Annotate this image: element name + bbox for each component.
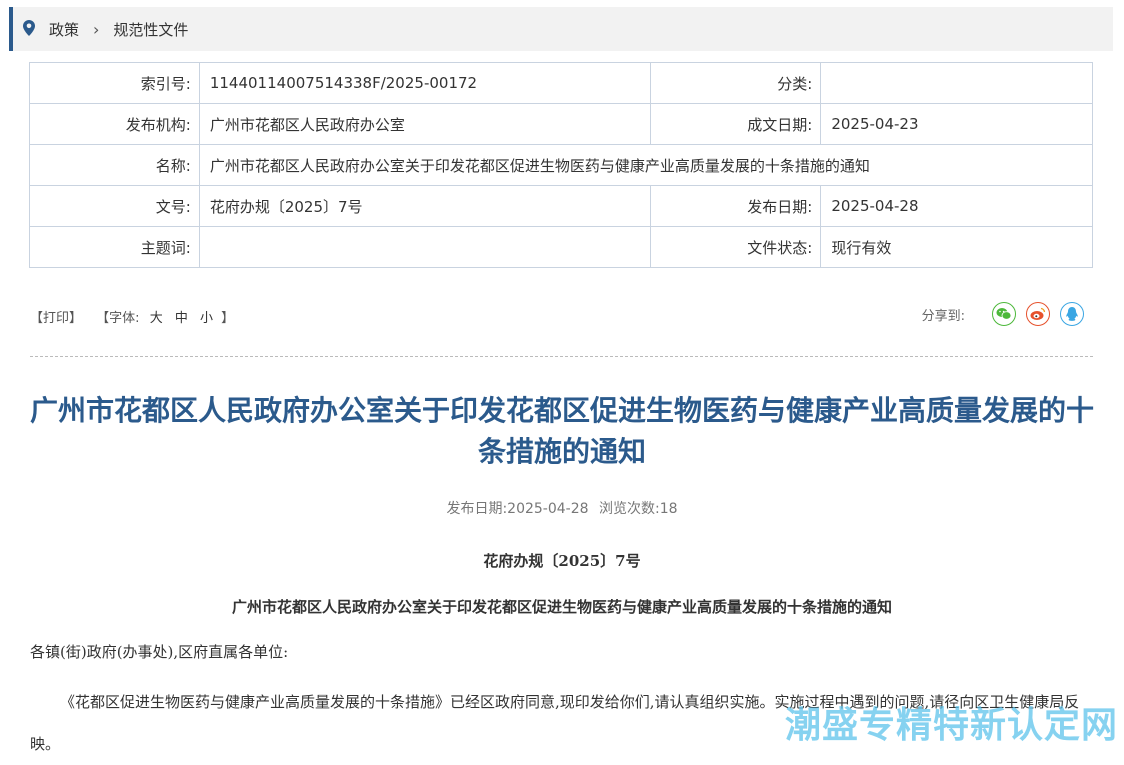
share-bar: 分享到: — [922, 302, 1084, 326]
publish-date-label: 发布日期: — [650, 185, 822, 227]
table-row: 名称: 广州市花都区人民政府办公室关于印发花都区促进生物医药与健康产业高质量发展… — [29, 144, 1094, 186]
font-size-close: 】 — [221, 311, 235, 326]
category-label: 分类: — [650, 62, 822, 104]
index-label: 索引号: — [29, 62, 200, 104]
article-meta-line: 发布日期:2025-04-28 浏览次数:18 — [30, 498, 1094, 518]
publisher-value: 广州市花都区人民政府办公室 — [198, 103, 652, 145]
location-pin-icon — [23, 20, 37, 38]
status-label: 文件状态: — [650, 226, 822, 268]
weibo-share-button[interactable] — [1026, 302, 1050, 326]
table-row: 文号: 花府办规〔2025〕7号 发布日期: 2025-04-28 — [29, 185, 1093, 227]
table-row: 索引号: 11440114007514338F/2025-00172 分类: — [29, 62, 1093, 104]
keywords-label: 主题词: — [29, 226, 200, 268]
document-title: 广州市花都区人民政府办公室关于印发花都区促进生物医药与健康产业高质量发展的十条措… — [231, 598, 892, 616]
table-row: 主题词: 文件状态: 现行有效 — [29, 226, 1093, 268]
publish-date-value: 2025-04-28 — [820, 185, 1093, 227]
wechat-share-button[interactable] — [992, 302, 1016, 326]
font-size-large-button[interactable]: 大 — [150, 311, 163, 326]
publisher-label: 发布机构: — [29, 103, 200, 145]
index-value: 11440114007514338F/2025-00172 — [198, 62, 652, 104]
article-title: 广州市花都区人民政府办公室关于印发花都区促进生物医药与健康产业高质量发展的十条措… — [30, 394, 1095, 468]
doc-number-label: 文号: — [29, 185, 200, 227]
keywords-value — [198, 226, 652, 268]
written-date-label: 成文日期: — [650, 103, 822, 145]
chevron-right-icon: › — [93, 19, 100, 39]
weibo-icon — [1030, 307, 1046, 320]
font-size-medium-button[interactable]: 中 — [175, 311, 188, 326]
name-value: 广州市花都区人民政府办公室关于印发花都区促进生物医药与健康产业高质量发展的十条措… — [198, 144, 1094, 186]
document-metadata-table: 索引号: 11440114007514338F/2025-00172 分类: 发… — [29, 62, 1094, 268]
article-tools: 【打印】 【字体: 大 中 小 】 — [30, 307, 236, 326]
qq-share-button[interactable] — [1060, 302, 1084, 326]
watermark-logo: 潮盛专精特新认定网 — [784, 705, 1118, 746]
views-label: 浏览次数: — [599, 501, 660, 517]
salutation: 各镇(街)政府(办事处),区府直属各单位: — [30, 643, 289, 661]
category-value — [820, 62, 1093, 104]
name-label: 名称: — [29, 144, 200, 186]
breadcrumb-item-policy[interactable]: 政策 — [49, 19, 79, 40]
doc-number-value: 花府办规〔2025〕7号 — [198, 185, 652, 227]
status-value: 现行有效 — [820, 226, 1093, 268]
qq-icon — [1066, 307, 1078, 321]
share-label: 分享到: — [921, 308, 965, 324]
dashed-divider — [30, 356, 1093, 357]
font-size-label: 【字体: — [96, 311, 140, 326]
font-size-small-button[interactable]: 小 — [200, 311, 213, 326]
written-date-value: 2025-04-23 — [820, 103, 1093, 145]
print-link[interactable]: 【打印】 — [30, 311, 82, 326]
breadcrumb-item-normative-docs[interactable]: 规范性文件 — [113, 19, 188, 40]
breadcrumb: 政策 › 规范性文件 — [9, 7, 1113, 51]
document-number: 花府办规〔2025〕7号 — [483, 552, 641, 570]
table-row: 发布机构: 广州市花都区人民政府办公室 成文日期: 2025-04-23 — [29, 103, 1093, 145]
article-publish-date: 2025-04-28 — [507, 501, 589, 517]
wechat-icon — [996, 308, 1012, 320]
views-count: 18 — [659, 501, 678, 517]
article-publish-date-label: 发布日期: — [446, 501, 508, 517]
